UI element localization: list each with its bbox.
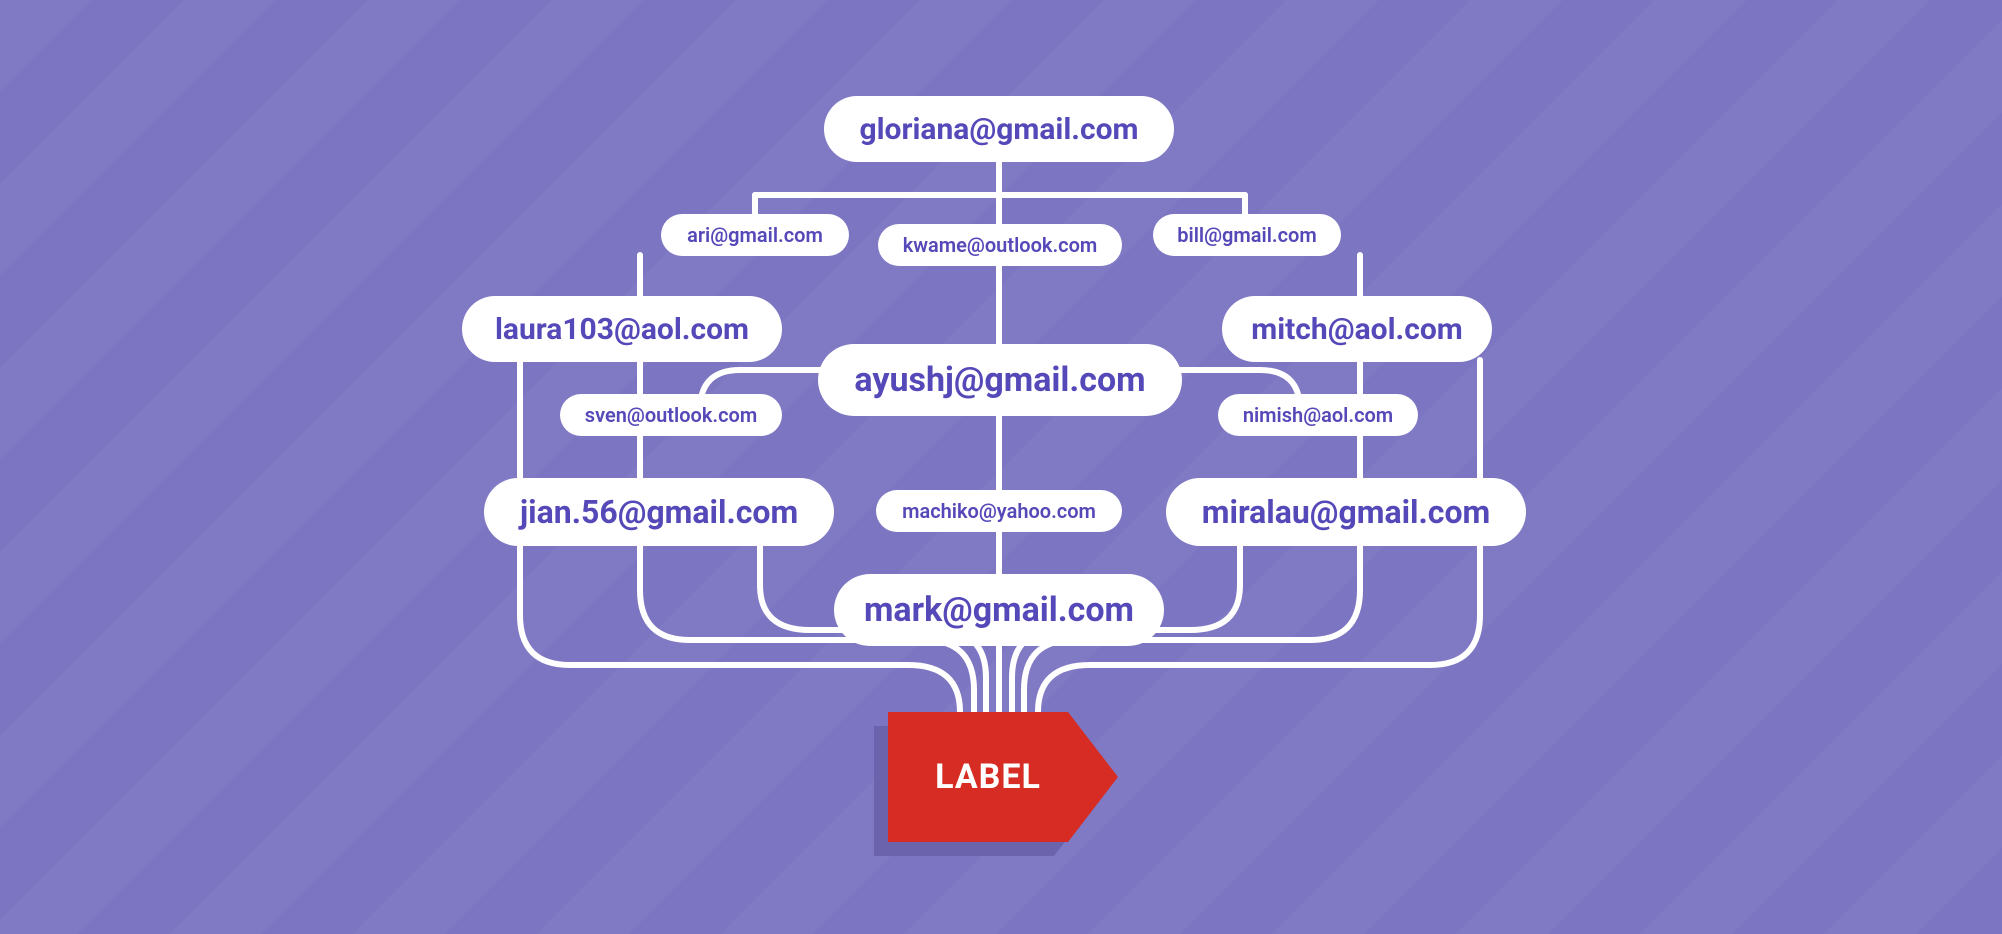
- label-tag-text: LABEL: [888, 712, 1088, 842]
- email-mitch: mitch@aol.com: [1222, 296, 1492, 362]
- email-gloriana: gloriana@gmail.com: [824, 96, 1174, 162]
- email-ari: ari@gmail.com: [661, 214, 849, 256]
- email-jian56: jian.56@gmail.com: [484, 478, 834, 546]
- email-bill: bill@gmail.com: [1153, 214, 1341, 256]
- email-tree-diagram: gloriana@gmail.com ari@gmail.com kwame@o…: [0, 0, 2002, 934]
- email-laura103: laura103@aol.com: [462, 296, 782, 362]
- email-ayushj: ayushj@gmail.com: [818, 344, 1182, 416]
- email-machiko: machiko@yahoo.com: [876, 490, 1122, 532]
- email-miralau: miralau@gmail.com: [1166, 478, 1526, 546]
- email-kwame: kwame@outlook.com: [878, 224, 1122, 266]
- label-tag: LABEL: [888, 712, 1118, 842]
- email-mark: mark@gmail.com: [834, 574, 1164, 646]
- email-nimish: nimish@aol.com: [1218, 394, 1418, 436]
- email-sven: sven@outlook.com: [560, 394, 782, 436]
